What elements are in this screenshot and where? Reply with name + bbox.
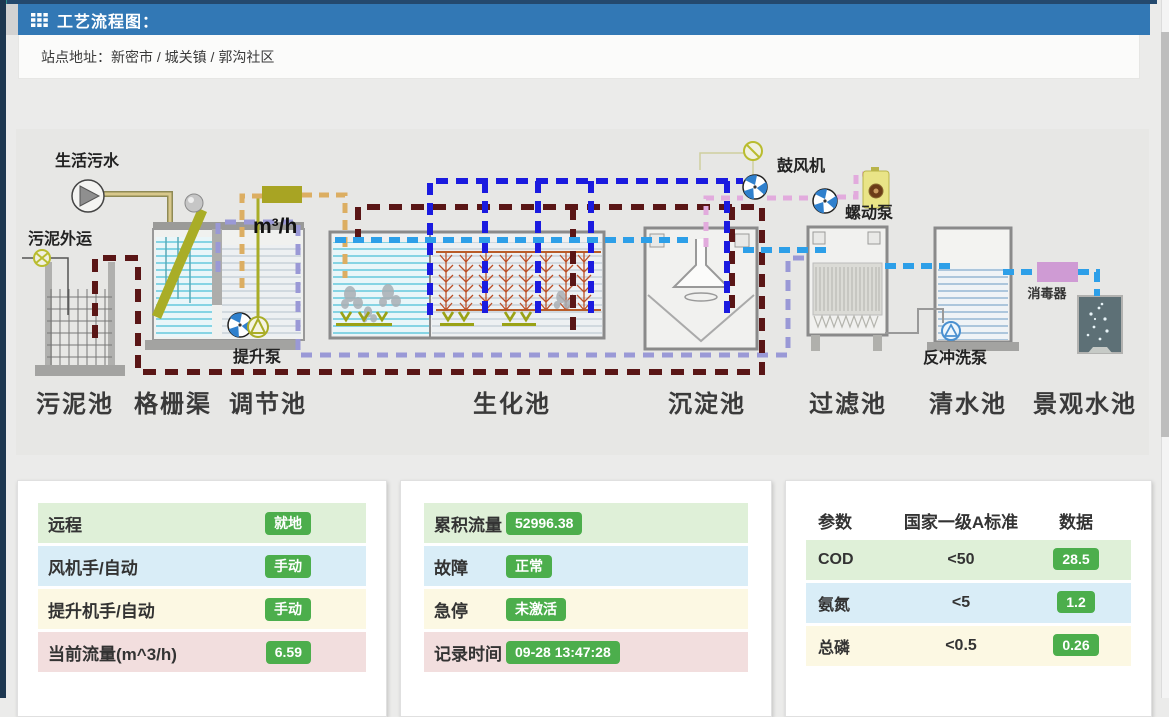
param-standard: <50 bbox=[901, 551, 1021, 569]
value-badge: 1.2 bbox=[1057, 591, 1094, 613]
label-blower: 鼓风机 bbox=[777, 156, 825, 175]
status-badge: 6.59 bbox=[266, 641, 311, 664]
column-header: 国家一级A标准 bbox=[901, 508, 1021, 533]
param-name: COD bbox=[806, 551, 901, 569]
table-row: 提升机手/自动 手动 bbox=[38, 589, 366, 629]
scrollbar-thumb[interactable] bbox=[1161, 32, 1169, 437]
table-row: COD <50 28.5 bbox=[806, 540, 1131, 580]
row-label: 远程 bbox=[48, 511, 265, 536]
table-row: 急停 未激活 bbox=[424, 589, 748, 629]
tank-sludge bbox=[35, 262, 125, 376]
flow-meter bbox=[262, 186, 302, 203]
flow-diagram-svg: 生活污水 污泥外运 m³/h 提升泵 鼓风机 螺动泵 反冲洗泵 消毒器 污泥池 … bbox=[16, 129, 1149, 455]
value-badge: 28.5 bbox=[1053, 548, 1098, 570]
breadcrumb-panel: 站点地址：新密市 / 城关镇 / 郭沟社区 bbox=[18, 35, 1140, 79]
tank-biochemical bbox=[330, 232, 604, 338]
tank-landscape bbox=[1078, 296, 1122, 353]
row-label: 累积流量 bbox=[434, 511, 506, 536]
row-label: 提升机手/自动 bbox=[48, 597, 265, 622]
tank-label-landscape: 景观水池 bbox=[1033, 391, 1137, 418]
tank-cleanwater bbox=[927, 228, 1019, 351]
disinfector-unit bbox=[1037, 262, 1078, 282]
header-gutter bbox=[6, 4, 18, 35]
label-sewage: 生活污水 bbox=[55, 151, 120, 170]
table-row: 故障 正常 bbox=[424, 546, 748, 586]
water-quality-card: 参数 国家一级A标准 数据 COD <50 28.5 氨氮 <5 1.2 总磷 … bbox=[785, 480, 1152, 717]
param-standard: <5 bbox=[901, 594, 1021, 612]
status-badge: 52996.38 bbox=[506, 512, 582, 535]
blower-fan-icon bbox=[743, 175, 770, 202]
sewage-pump-icon bbox=[72, 180, 104, 212]
tank-label-sedimentation: 沉淀池 bbox=[668, 390, 746, 418]
quality-header-row: 参数 国家一级A标准 数据 bbox=[806, 503, 1131, 537]
status-badge: 正常 bbox=[506, 555, 552, 578]
tank-label-biochemical: 生化池 bbox=[473, 390, 551, 418]
param-name: 氨氮 bbox=[806, 591, 901, 615]
table-row: 氨氮 <5 1.2 bbox=[806, 583, 1131, 623]
sludge-valve-icon bbox=[34, 250, 50, 266]
runtime-status-card: 累积流量 52996.38 故障 正常 急停 未激活 记录时间 09-28 13… bbox=[400, 480, 772, 717]
rake-motor-ball bbox=[185, 194, 203, 212]
tank-label-sludge: 污泥池 bbox=[36, 391, 114, 418]
status-badge: 就地 bbox=[265, 512, 311, 535]
label-backwash-pump: 反冲洗泵 bbox=[923, 348, 987, 367]
status-badge: 09-28 13:47:28 bbox=[506, 641, 620, 664]
control-table: 远程 就地 风机手/自动 手动 提升机手/自动 手动 当前流量(m^3/h) 6… bbox=[38, 503, 366, 672]
param-standard: <0.5 bbox=[901, 637, 1021, 655]
breadcrumb: 站点地址：新密市 / 城关镇 / 郭沟社区 bbox=[41, 47, 274, 67]
screw-pump-fan-icon bbox=[813, 189, 840, 216]
row-label: 风机手/自动 bbox=[48, 554, 265, 579]
tank-label-grate: 格栅渠 bbox=[134, 390, 212, 418]
table-row: 记录时间 09-28 13:47:28 bbox=[424, 632, 748, 672]
screw-pump-unit bbox=[863, 167, 889, 208]
status-badge: 未激活 bbox=[506, 598, 566, 621]
page-title: 工艺流程图： bbox=[57, 8, 159, 32]
status-badge: 手动 bbox=[265, 555, 311, 578]
table-row: 当前流量(m^3/h) 6.59 bbox=[38, 632, 366, 672]
label-screw-pump: 螺动泵 bbox=[845, 203, 893, 222]
label-disinfector: 消毒器 bbox=[1027, 286, 1067, 301]
column-header: 数据 bbox=[1021, 508, 1131, 533]
label-sludge-out: 污泥外运 bbox=[28, 229, 92, 248]
label-flow-unit: m³/h bbox=[253, 215, 297, 238]
row-label: 当前流量(m^3/h) bbox=[48, 640, 266, 665]
column-header: 参数 bbox=[806, 508, 901, 533]
grid-icon bbox=[31, 12, 48, 28]
value-badge: 0.26 bbox=[1053, 634, 1098, 656]
lift-pump-icon bbox=[248, 317, 268, 337]
row-label: 故障 bbox=[434, 554, 506, 579]
status-table: 累积流量 52996.38 故障 正常 急停 未激活 记录时间 09-28 13… bbox=[424, 503, 748, 672]
page-header: 工艺流程图： bbox=[18, 4, 1150, 35]
table-row: 风机手/自动 手动 bbox=[38, 546, 366, 586]
tank-label-filter: 过滤池 bbox=[809, 391, 887, 418]
table-row: 总磷 <0.5 0.26 bbox=[806, 626, 1131, 666]
blower-valve-icon bbox=[744, 142, 762, 160]
row-label: 急停 bbox=[434, 597, 506, 622]
row-label: 记录时间 bbox=[434, 640, 506, 665]
backwash-pump-icon bbox=[942, 322, 960, 340]
pipe-sewage-inlet bbox=[104, 194, 170, 222]
tank-filter bbox=[808, 227, 887, 351]
quality-table: 参数 国家一级A标准 数据 COD <50 28.5 氨氮 <5 1.2 总磷 … bbox=[806, 503, 1131, 666]
process-flow-diagram: 生活污水 污泥外运 m³/h 提升泵 鼓风机 螺动泵 反冲洗泵 消毒器 污泥池 … bbox=[16, 129, 1149, 455]
table-row: 远程 就地 bbox=[38, 503, 366, 543]
tank-label-regulation: 调节池 bbox=[229, 391, 307, 418]
status-badge: 手动 bbox=[265, 598, 311, 621]
left-border-strip bbox=[0, 0, 6, 698]
param-name: 总磷 bbox=[806, 634, 901, 658]
tank-label-cleanwater: 清水池 bbox=[929, 391, 1007, 418]
table-row: 累积流量 52996.38 bbox=[424, 503, 748, 543]
control-mode-card: 远程 就地 风机手/自动 手动 提升机手/自动 手动 当前流量(m^3/h) 6… bbox=[17, 480, 387, 717]
tank-sedimentation bbox=[645, 228, 757, 349]
label-lift-pump: 提升泵 bbox=[233, 348, 281, 366]
